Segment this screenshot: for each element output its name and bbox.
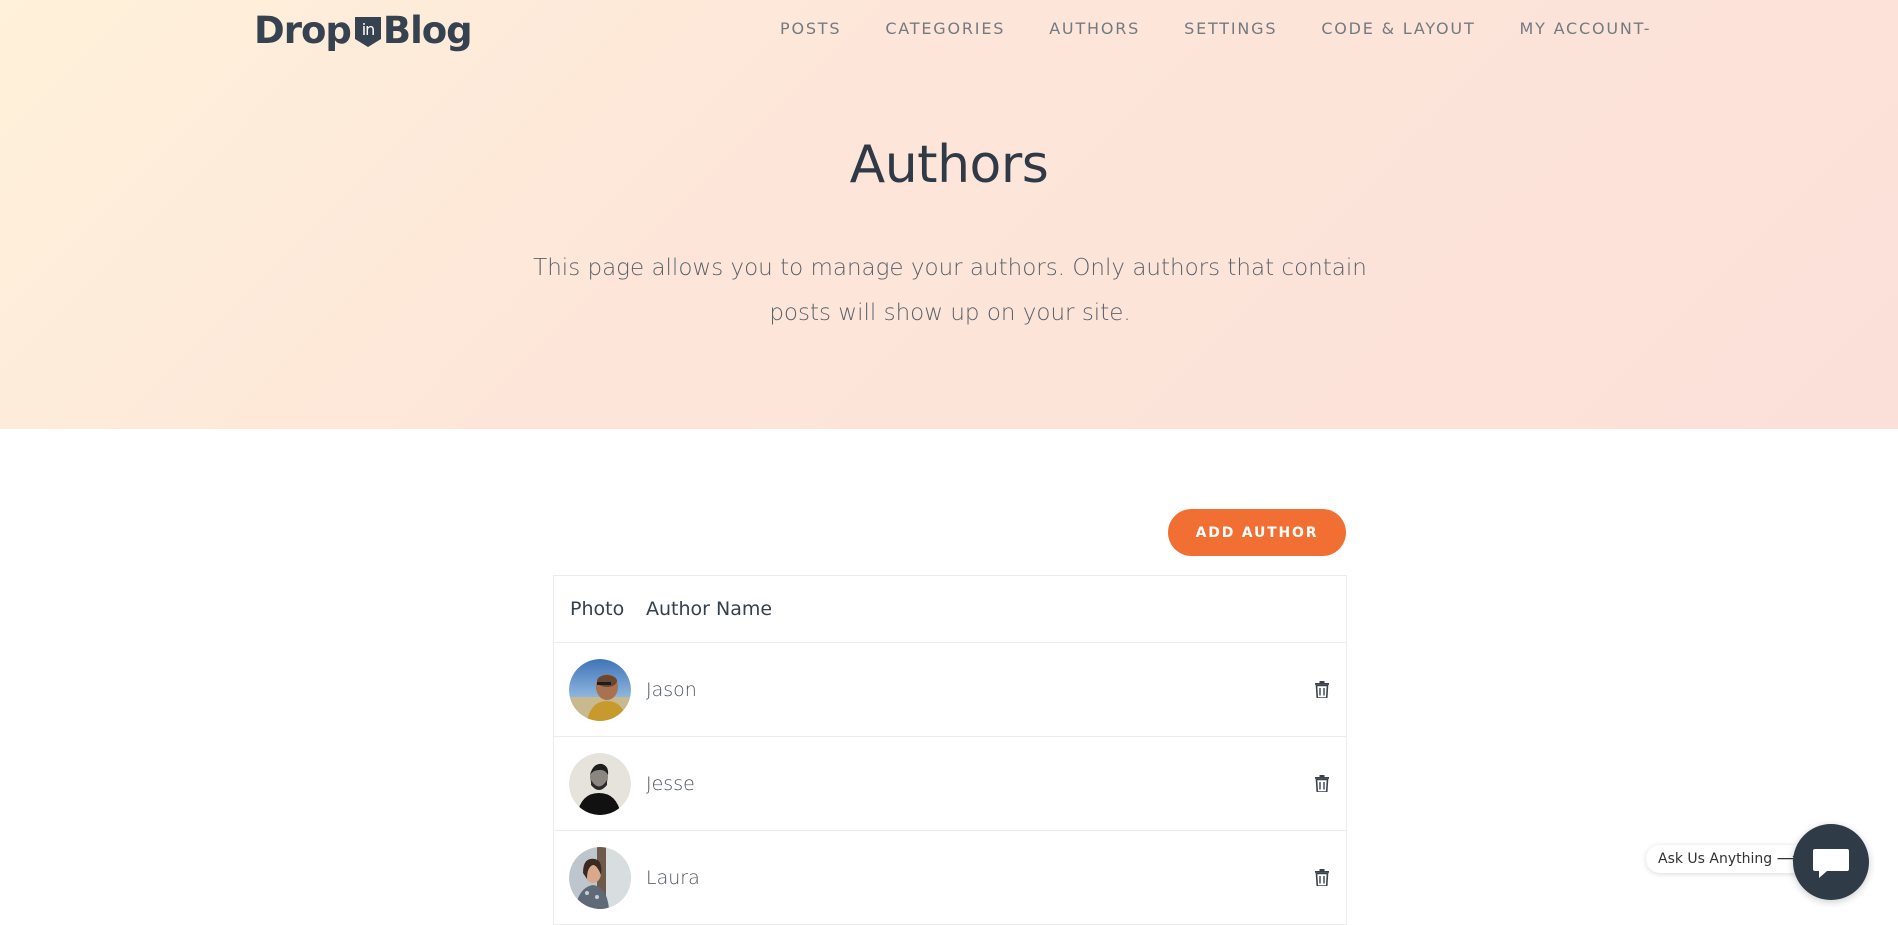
nav-posts[interactable]: POSTS: [780, 19, 841, 38]
author-photo-jason: [569, 658, 631, 721]
ask-us-anything-bubble[interactable]: Ask Us Anything ⟶: [1646, 845, 1809, 873]
trash-icon: [1315, 681, 1329, 698]
author-photo-jesse: [569, 752, 631, 815]
logo-badge-icon: in: [354, 13, 381, 47]
author-photo-laura: [569, 846, 631, 909]
column-header-author-name: Author Name: [646, 598, 773, 620]
page-title: Authors: [849, 135, 1049, 195]
author-name: Jesse: [646, 772, 695, 795]
chat-launcher-button[interactable]: [1793, 824, 1869, 900]
photo-cell: [554, 752, 646, 815]
main-nav: POSTS CATEGORIES AUTHORS SETTINGS CODE &…: [780, 19, 1651, 38]
trash-icon: [1315, 869, 1329, 886]
logo-text-left: Drop: [254, 8, 352, 52]
table-row: Laura: [554, 831, 1346, 925]
nav-code-layout[interactable]: CODE & LAYOUT: [1321, 19, 1475, 38]
nav-my-account[interactable]: MY ACCOUNT-: [1520, 19, 1652, 38]
table-header: Photo Author Name: [554, 576, 1346, 643]
delete-author-button[interactable]: [1302, 681, 1342, 698]
logo-text-right: Blog: [382, 8, 473, 52]
table-row: Jesse: [554, 737, 1346, 831]
add-author-button[interactable]: ADD AUTHOR: [1168, 509, 1346, 556]
photo-cell: [554, 658, 646, 721]
delete-author-button[interactable]: [1302, 775, 1342, 792]
authors-table: Photo Author Name Jason Jesse Laura: [553, 575, 1347, 925]
nav-authors[interactable]: AUTHORS: [1049, 19, 1140, 38]
trash-icon: [1315, 775, 1329, 792]
table-row: Jason: [554, 643, 1346, 737]
author-name: Jason: [646, 678, 697, 701]
dropinblog-logo[interactable]: Drop in Blog: [254, 6, 473, 54]
page-description: This page allows you to manage your auth…: [533, 255, 1367, 326]
delete-author-button[interactable]: [1302, 869, 1342, 886]
photo-cell: [554, 846, 646, 909]
logo-badge-text: in: [362, 20, 375, 39]
author-name: Laura: [646, 866, 700, 889]
nav-settings[interactable]: SETTINGS: [1184, 19, 1277, 38]
nav-categories[interactable]: CATEGORIES: [885, 19, 1005, 38]
chat-icon: [1813, 849, 1849, 878]
hero-banner: Drop in Blog POSTS CATEGORIES AUTHORS SE…: [0, 0, 1898, 429]
column-header-photo: Photo: [570, 598, 625, 620]
